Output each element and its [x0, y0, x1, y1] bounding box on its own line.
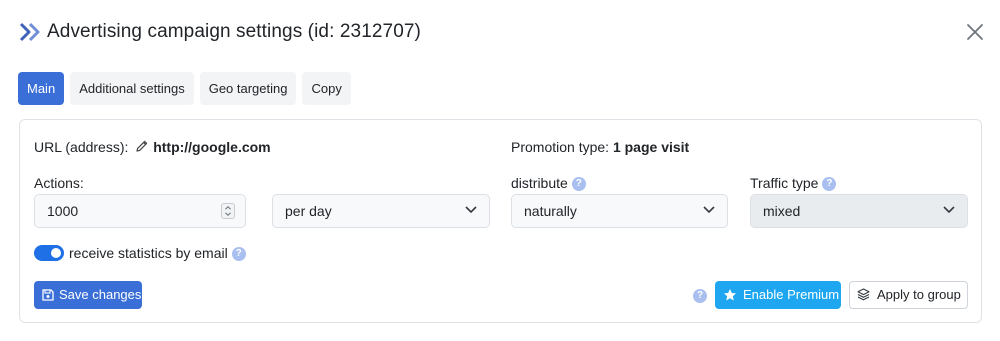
period-select-value: per day [285, 203, 332, 219]
traffic-label-row: Traffic type? [750, 175, 837, 192]
actions-input[interactable]: 1000 [34, 194, 246, 228]
pencil-icon[interactable] [135, 139, 149, 153]
distribute-select-value: naturally [524, 203, 577, 219]
traffic-label: Traffic type [750, 175, 819, 191]
layers-icon [857, 288, 870, 301]
email-stats-label: receive statistics by email [69, 245, 228, 261]
promotion-label: Promotion type: [511, 139, 610, 155]
modal-header: Advertising campaign settings (id: 23127… [0, 0, 1000, 66]
period-select[interactable]: per day [272, 194, 490, 228]
tab-copy[interactable]: Copy [302, 72, 351, 105]
tab-bar: Main Additional settings Geo targeting C… [18, 72, 351, 105]
help-icon[interactable]: ? [693, 289, 707, 303]
chevron-down-icon [943, 206, 955, 214]
traffic-type-select-value: mixed [763, 203, 801, 219]
email-stats-row: receive statistics by email? [69, 245, 246, 262]
settings-card: URL (address): http://google.com Promoti… [19, 119, 982, 323]
distribute-label-row: distribute? [511, 175, 586, 192]
help-icon[interactable]: ? [571, 177, 586, 192]
spinner-arrows-icon[interactable] [221, 203, 235, 219]
enable-premium-label: Enable Premium [743, 287, 840, 302]
promotion-value: 1 page visit [612, 139, 690, 155]
chevron-down-icon [465, 206, 477, 214]
tab-main[interactable]: Main [18, 72, 65, 105]
tab-geo-targeting[interactable]: Geo targeting [199, 72, 297, 105]
modal-title: Advertising campaign settings (id: 23127… [47, 21, 421, 42]
chevron-down-icon [703, 206, 715, 214]
toggle-knob [51, 248, 61, 258]
save-changes-label: Save changes [59, 287, 142, 302]
help-icon[interactable]: ? [822, 177, 837, 192]
url-label: URL (address): [34, 139, 129, 155]
save-changes-button[interactable]: Save changes [34, 281, 142, 309]
promotion-row: Promotion type: 1 page visit [511, 139, 689, 155]
distribute-label: distribute [511, 175, 568, 191]
traffic-type-select[interactable]: mixed [750, 194, 968, 228]
tab-additional-settings[interactable]: Additional settings [70, 72, 194, 105]
apply-to-group-button[interactable]: Apply to group [849, 281, 968, 309]
star-icon [724, 289, 736, 301]
floppy-disk-icon [42, 289, 54, 301]
apply-to-group-label: Apply to group [877, 287, 961, 302]
url-value[interactable]: http://google.com [153, 139, 270, 155]
help-icon[interactable]: ? [231, 247, 246, 262]
close-icon[interactable] [963, 20, 987, 44]
actions-input-value: 1000 [47, 203, 79, 219]
actions-label: Actions: [34, 175, 84, 191]
email-stats-toggle[interactable] [34, 245, 64, 261]
enable-premium-button[interactable]: Enable Premium [715, 281, 841, 309]
url-row: URL (address): http://google.com [34, 139, 271, 155]
distribute-select[interactable]: naturally [511, 194, 728, 228]
double-chevron-right-icon [19, 22, 40, 42]
